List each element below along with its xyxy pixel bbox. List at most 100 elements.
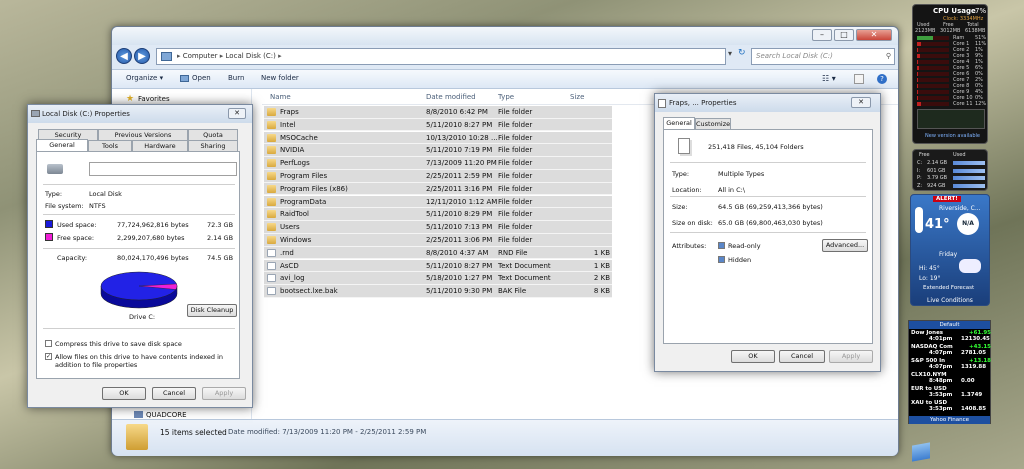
file-row[interactable]: Windows 2/25/2011 3:06 PM File folder xyxy=(264,234,612,247)
minimize-button[interactable]: – xyxy=(812,29,832,41)
disk-cleanup-button[interactable]: Disk Cleanup xyxy=(187,304,237,317)
dialog-title[interactable]: Fraps, ... Properties ✕ xyxy=(655,94,880,112)
file-row[interactable]: Program Files 2/25/2011 2:59 PM File folde… xyxy=(264,170,612,183)
dialog-title[interactable]: Local Disk (C:) Properties ✕ xyxy=(28,105,252,123)
breadcrumb-local-disk[interactable]: Local Disk (C:) xyxy=(226,52,276,60)
live-conditions-link[interactable]: Live Conditions xyxy=(927,297,973,304)
readonly-checkbox[interactable] xyxy=(718,242,725,249)
forward-button[interactable]: ▶ xyxy=(134,48,150,64)
close-button[interactable]: ✕ xyxy=(851,97,871,108)
file-row[interactable]: Users 5/11/2010 7:13 PM File folder xyxy=(264,221,612,234)
file-row[interactable]: AsCD 5/11/2010 8:27 PM Text Document 1 KB xyxy=(264,259,612,273)
file-row[interactable]: .rnd 8/8/2010 4:37 AM RND File 1 KB xyxy=(264,246,612,260)
tab-quota[interactable]: Quota xyxy=(188,129,238,140)
maximize-button[interactable]: □ xyxy=(834,29,854,41)
file-row[interactable]: NVIDIA 5/11/2010 7:19 PM File folder xyxy=(264,144,612,157)
file-row[interactable]: Intel 5/11/2010 8:27 PM File folder xyxy=(264,118,612,132)
column-type[interactable]: Type xyxy=(498,93,514,101)
compress-checkbox[interactable] xyxy=(45,340,52,347)
cancel-button[interactable]: Cancel xyxy=(152,387,196,400)
organize-menu[interactable]: Organize ▾ xyxy=(126,74,163,82)
burn-button[interactable]: Burn xyxy=(228,74,244,82)
folder-icon xyxy=(267,120,276,129)
index-checkbox[interactable]: ✓ xyxy=(45,353,52,360)
column-name[interactable]: Name xyxy=(270,93,291,101)
address-bar[interactable]: ▸ Computer ▸ Local Disk (C:) ▸ xyxy=(156,48,726,65)
ok-button[interactable]: OK xyxy=(731,350,775,363)
ok-button[interactable]: OK xyxy=(102,387,146,400)
tab-tools[interactable]: Tools xyxy=(88,140,132,151)
new-version-link[interactable]: New version available xyxy=(925,133,980,139)
close-button[interactable]: ✕ xyxy=(856,29,892,41)
close-button[interactable]: ✕ xyxy=(228,108,246,119)
file-row[interactable]: RaidTool 5/11/2010 8:29 PM File folder xyxy=(264,208,612,221)
file-name: PerfLogs xyxy=(280,159,310,168)
file-type: Text Document xyxy=(498,274,551,283)
size-on-disk-value: 65.0 GB (69,800,463,030 bytes) xyxy=(718,219,823,227)
cloud-icon xyxy=(959,259,981,273)
volume-label-input[interactable] xyxy=(89,162,237,176)
extended-forecast-link[interactable]: Extended Forecast xyxy=(923,285,974,291)
file-name: Intel xyxy=(280,120,296,129)
drive-free: 3.79 GB xyxy=(927,175,948,181)
file-row[interactable]: bootsect.lxe.bak 5/11/2010 9:30 PM BAK Fil… xyxy=(264,285,612,298)
tab-customize[interactable]: Customize xyxy=(695,118,731,129)
column-size[interactable]: Size xyxy=(570,93,584,101)
drives-gadget[interactable]: Free Used C: 2.14 GB I: 601 GB P: 3.79 GB Z: 92… xyxy=(912,149,988,191)
selection-dates: Date modified: 7/13/2009 11:20 PM - 2/25… xyxy=(228,428,427,436)
weather-gadget[interactable]: ALERT! Riverside, C... 41° N/A Friday Hi… xyxy=(910,194,990,306)
weather-temp: 41° xyxy=(925,217,950,232)
tab-hardware[interactable]: Hardware xyxy=(132,140,188,151)
file-type: File folder xyxy=(498,133,533,142)
size-on-disk-label: Size on disk: xyxy=(672,219,713,227)
column-date-modified[interactable]: Date modified xyxy=(426,93,476,101)
back-button[interactable]: ◀ xyxy=(116,48,132,64)
file-date: 2/25/2011 2:59 PM xyxy=(426,172,493,180)
capacity-label: Capacity: xyxy=(57,254,88,262)
core-bar-fill xyxy=(917,60,918,64)
file-name: .rnd xyxy=(280,248,294,257)
file-row[interactable]: Program Files (x86) 2/25/2011 3:16 PM File… xyxy=(264,182,612,196)
file-row[interactable]: ProgramData 12/11/2010 1:12 AM File folder xyxy=(264,195,612,209)
used-space-gb: 72.3 GB xyxy=(207,221,234,229)
tab-previous-versions[interactable]: Previous Versions xyxy=(98,129,188,140)
file-row[interactable]: Fraps 8/8/2010 6:42 PM File folder xyxy=(264,106,612,119)
hidden-checkbox[interactable] xyxy=(718,256,725,263)
used-space-label: Used space: xyxy=(57,221,97,229)
nav-favorites[interactable]: Favorites xyxy=(138,95,170,103)
stock-value: 12130.45 xyxy=(961,336,990,342)
address-dropdown-icon[interactable]: ▾ xyxy=(728,49,737,64)
drive-free: 2.14 GB xyxy=(927,160,948,166)
network-computer-icon xyxy=(134,411,143,418)
search-input[interactable]: Search Local Disk (C:) ⚲ xyxy=(751,48,895,65)
star-icon: ★ xyxy=(126,94,135,104)
help-icon[interactable]: ? xyxy=(877,74,887,84)
refresh-icon[interactable]: ↻ xyxy=(738,48,749,63)
apply-button[interactable]: Apply xyxy=(202,387,246,400)
view-options-icon[interactable]: ☷ ▾ xyxy=(822,74,836,83)
file-row[interactable]: PerfLogs 7/13/2009 11:20 PM File folder xyxy=(264,157,612,170)
new-folder-button[interactable]: New folder xyxy=(261,74,299,82)
command-bar: Organize ▾ Open Burn New folder ☷ ▾ ? xyxy=(112,69,898,89)
open-button[interactable]: Open xyxy=(192,74,211,82)
stocks-gadget[interactable]: Default Dow Jones +61.95 4:01pm 12130.45 NAS… xyxy=(908,320,991,424)
file-date: 5/11/2010 9:30 PM xyxy=(426,287,493,296)
nav-quadcore[interactable]: QUADCORE xyxy=(146,411,187,419)
cpu-usage-gadget[interactable]: CPU Usage 7% Clock: 3334MHz Used Free To… xyxy=(912,4,988,144)
apply-button[interactable]: Apply xyxy=(829,350,873,363)
weather-alert[interactable]: ALERT! xyxy=(933,196,961,202)
core-bar xyxy=(917,78,949,82)
dropbox-icon[interactable] xyxy=(912,442,930,462)
free-space-label: Free space: xyxy=(57,234,95,242)
folder-icon xyxy=(267,223,276,232)
breadcrumb-computer[interactable]: Computer xyxy=(183,52,218,60)
file-row[interactable]: avi_log 5/18/2010 1:27 PM Text Document 2 K… xyxy=(264,272,612,285)
preview-pane-icon[interactable] xyxy=(854,74,864,84)
file-row[interactable]: MSOCache 10/13/2010 10:28 ... File folder xyxy=(264,131,612,145)
tab-sharing[interactable]: Sharing xyxy=(188,140,238,151)
advanced-button[interactable]: Advanced... xyxy=(822,239,868,252)
title-bar[interactable]: – □ ✕ xyxy=(112,27,898,45)
cancel-button[interactable]: Cancel xyxy=(779,350,825,363)
file-type: BAK File xyxy=(498,287,527,296)
file-date: 5/11/2010 8:27 PM xyxy=(426,261,493,270)
